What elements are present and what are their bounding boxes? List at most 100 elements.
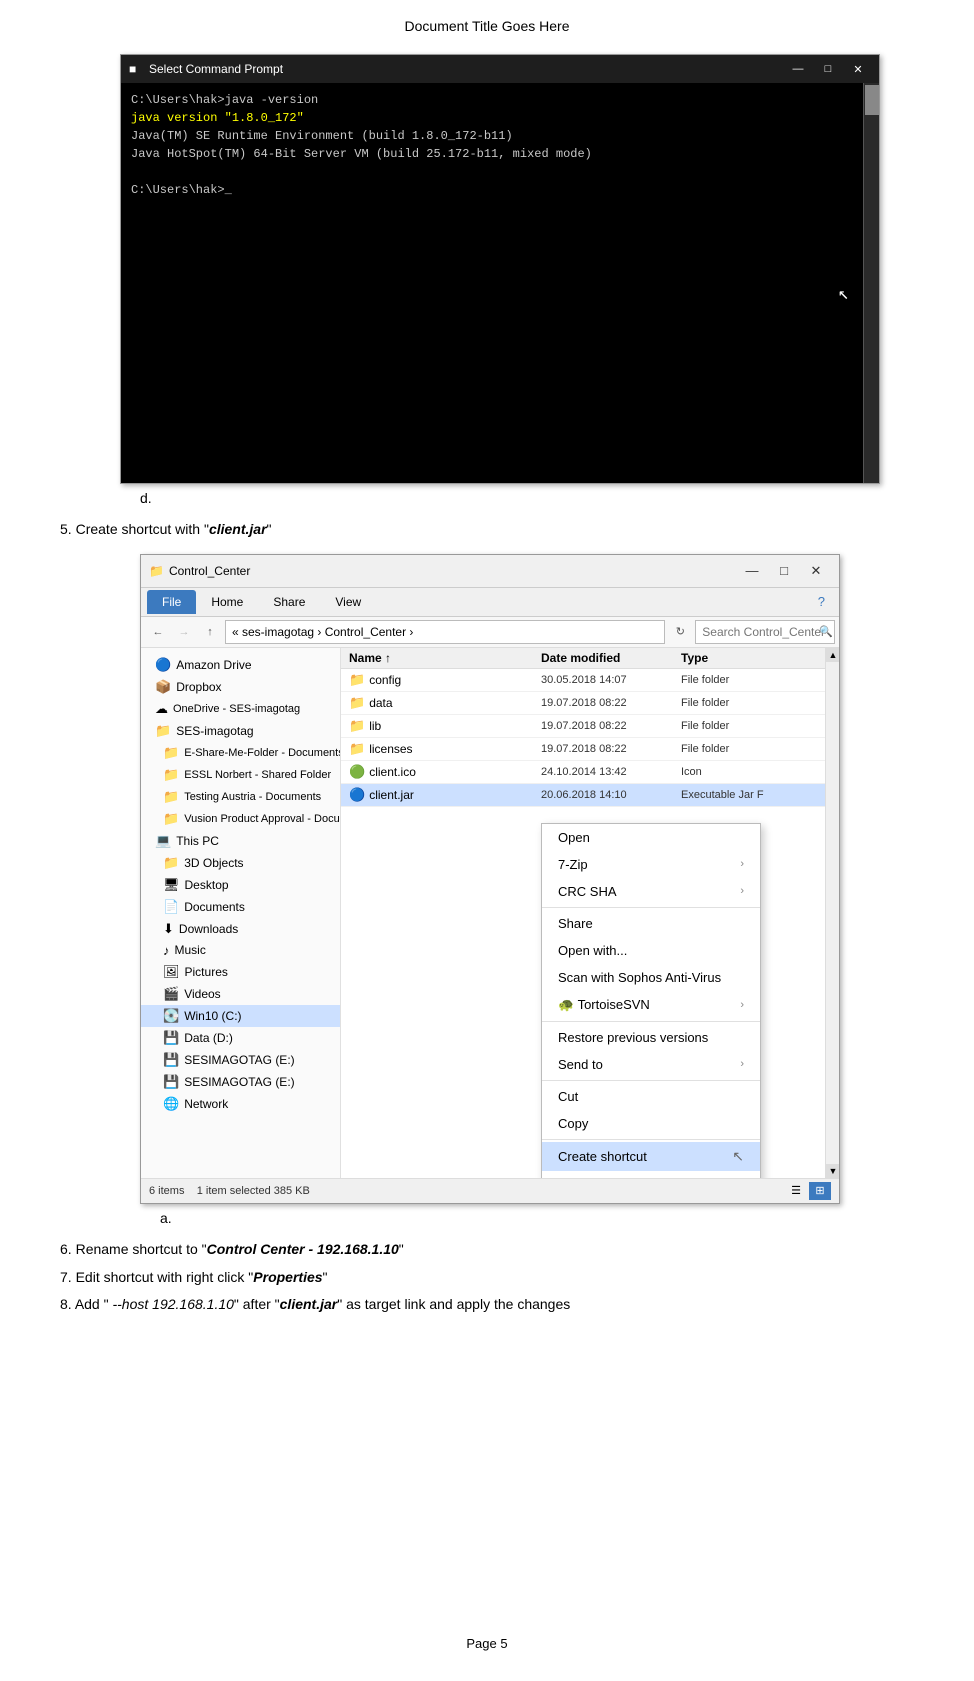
- address-bar-input[interactable]: [225, 620, 665, 644]
- view-grid-button[interactable]: ⊞: [809, 1182, 831, 1200]
- tab-share[interactable]: Share: [258, 590, 320, 614]
- ctx-7zip[interactable]: 7-Zip ›: [542, 851, 760, 878]
- sidebar-item-vusion[interactable]: 📁 Vusion Product Approval - Documents: [141, 808, 340, 830]
- file-name-lib: 📁 lib: [341, 718, 541, 734]
- cmd-scrollbar[interactable]: [863, 83, 879, 483]
- file-list-header: Name ↑ Date modified Type: [341, 648, 839, 669]
- nav-back-button[interactable]: ←: [147, 621, 169, 643]
- ctx-sep-3: [542, 1080, 760, 1081]
- eshare-icon: 📁: [163, 745, 179, 761]
- ctx-delete[interactable]: Delete: [542, 1171, 760, 1178]
- file-row-client-jar[interactable]: 🔵 client.jar 20.06.2018 14:10 Executable…: [341, 784, 839, 807]
- explorer-sidebar: 🔵 Amazon Drive 📦 Dropbox ☁ OneDrive - SE…: [141, 648, 341, 1178]
- ctx-7zip-arrow: ›: [740, 858, 744, 870]
- step-5: 5. Create shortcut with "client.jar": [60, 518, 914, 542]
- search-input[interactable]: [695, 620, 835, 644]
- ctx-open-with[interactable]: Open with...: [542, 937, 760, 964]
- sidebar-item-downloads[interactable]: ⬇ Downloads: [141, 918, 340, 940]
- cmd-minimize-button[interactable]: —: [785, 59, 811, 79]
- sidebar-item-ses[interactable]: 📁 SES-imagotag: [141, 720, 340, 742]
- cmd-close-button[interactable]: ✕: [845, 59, 871, 79]
- sidebar-item-downloads-label: Downloads: [179, 922, 238, 936]
- file-type-config: File folder: [681, 674, 801, 686]
- file-row-licenses[interactable]: 📁 licenses 19.07.2018 08:22 File folder: [341, 738, 839, 761]
- sidebar-item-testing-austria[interactable]: 📁 Testing Austria - Documents: [141, 786, 340, 808]
- sidebar-item-documents[interactable]: 📄 Documents: [141, 896, 340, 918]
- tab-file[interactable]: File: [147, 590, 196, 614]
- videos-icon: 🎬: [163, 986, 179, 1002]
- tab-view[interactable]: View: [320, 590, 376, 614]
- col-header-type[interactable]: Type: [681, 651, 801, 665]
- sidebar-item-music[interactable]: ♪ Music: [141, 940, 340, 961]
- nav-up-button[interactable]: ↑: [199, 621, 221, 643]
- sidebar-item-amazon-drive-label: Amazon Drive: [176, 658, 251, 672]
- ctx-scan[interactable]: Scan with Sophos Anti-Virus: [542, 964, 760, 991]
- explorer-minimize-button[interactable]: —: [737, 560, 767, 582]
- sidebar-item-win10[interactable]: 💽 Win10 (C:): [141, 1005, 340, 1027]
- file-date-client-jar: 20.06.2018 14:10: [541, 789, 681, 801]
- file-date-licenses: 19.07.2018 08:22: [541, 743, 681, 755]
- sidebar-item-win10-label: Win10 (C:): [184, 1009, 241, 1023]
- sidebar-item-amazon-drive[interactable]: 🔵 Amazon Drive: [141, 654, 340, 676]
- sidebar-item-pictures[interactable]: 🖼 Pictures: [141, 961, 340, 983]
- col-header-date[interactable]: Date modified: [541, 651, 681, 665]
- sidebar-item-eshare[interactable]: 📁 E-Share-Me-Folder - Documents: [141, 742, 340, 764]
- ctx-open[interactable]: Open: [542, 824, 760, 851]
- sidebar-item-sesi-e2[interactable]: 💾 SESIMAGOTAG (E:): [141, 1071, 340, 1093]
- explorer-maximize-button[interactable]: □: [769, 560, 799, 582]
- explorer-main-scrollbar[interactable]: ▲ ▼: [825, 648, 839, 1178]
- sidebar-item-3d[interactable]: 📁 3D Objects: [141, 852, 340, 874]
- file-name-client-ico: 🟢 client.ico: [341, 764, 541, 780]
- sidebar-item-network[interactable]: 🌐 Network: [141, 1093, 340, 1115]
- scroll-down-button[interactable]: ▼: [826, 1164, 839, 1178]
- refresh-button[interactable]: ↻: [669, 621, 691, 643]
- sidebar-item-onedrive-label: OneDrive - SES-imagotag: [173, 703, 300, 715]
- file-row-config[interactable]: 📁 config 30.05.2018 14:07 File folder: [341, 669, 839, 692]
- view-details-button[interactable]: ☰: [785, 1182, 807, 1200]
- sidebar-item-desktop[interactable]: 🖥 Desktop: [141, 874, 340, 896]
- file-date-client-ico: 24.10.2014 13:42: [541, 766, 681, 778]
- sidebar-item-sesi-e1-label: SESIMAGOTAG (E:): [184, 1053, 294, 1067]
- sidebar-item-sesi-e1[interactable]: 💾 SESIMAGOTAG (E:): [141, 1049, 340, 1071]
- ctx-crc[interactable]: CRC SHA ›: [542, 878, 760, 905]
- ctx-tortoise-arrow: ›: [740, 999, 744, 1011]
- ctx-crc-arrow: ›: [740, 885, 744, 897]
- sidebar-item-desktop-label: Desktop: [185, 878, 229, 892]
- cmd-maximize-button[interactable]: □: [815, 59, 841, 79]
- cmd-window: ■ Select Command Prompt — □ ✕ C:\Users\h…: [120, 54, 880, 484]
- cmd-titlebar: ■ Select Command Prompt — □ ✕: [121, 55, 879, 83]
- sidebar-item-sesi-e2-label: SESIMAGOTAG (E:): [184, 1075, 294, 1089]
- cmd-line-4: Java HotSpot(TM) 64-Bit Server VM (build…: [131, 145, 869, 163]
- this-pc-icon: 💻: [155, 833, 171, 849]
- file-row-client-ico[interactable]: 🟢 client.ico 24.10.2014 13:42 Icon: [341, 761, 839, 784]
- cmd-scrollbar-thumb[interactable]: [865, 85, 879, 115]
- sidebar-item-dropbox[interactable]: 📦 Dropbox: [141, 676, 340, 698]
- sidebar-item-documents-label: Documents: [184, 900, 245, 914]
- col-header-name[interactable]: Name ↑: [341, 651, 541, 665]
- sidebar-item-data-d-label: Data (D:): [184, 1031, 233, 1045]
- folder-icon-config: 📁: [349, 672, 365, 688]
- ctx-copy[interactable]: Copy: [542, 1110, 760, 1137]
- nav-forward-button[interactable]: →: [173, 621, 195, 643]
- explorer-help-button[interactable]: ?: [810, 590, 833, 614]
- ctx-send-to[interactable]: Send to ›: [542, 1051, 760, 1078]
- ctx-create-shortcut[interactable]: Create shortcut ↖: [542, 1142, 760, 1171]
- sidebar-item-essl[interactable]: 📁 ESSL Norbert - Shared Folder: [141, 764, 340, 786]
- tab-home[interactable]: Home: [196, 590, 258, 614]
- ctx-share[interactable]: Share: [542, 910, 760, 937]
- explorer-close-button[interactable]: ✕: [801, 560, 831, 582]
- ctx-cut[interactable]: Cut: [542, 1083, 760, 1110]
- file-row-lib[interactable]: 📁 lib 19.07.2018 08:22 File folder: [341, 715, 839, 738]
- ctx-restore[interactable]: Restore previous versions: [542, 1024, 760, 1051]
- ctx-tortoise[interactable]: 🐢 TortoiseSVN ›: [542, 991, 760, 1019]
- sidebar-item-this-pc[interactable]: 💻 This PC: [141, 830, 340, 852]
- folder-icon-licenses: 📁: [349, 741, 365, 757]
- file-row-data[interactable]: 📁 data 19.07.2018 08:22 File folder: [341, 692, 839, 715]
- sidebar-item-videos[interactable]: 🎬 Videos: [141, 983, 340, 1005]
- sidebar-item-data-d[interactable]: 💾 Data (D:): [141, 1027, 340, 1049]
- sidebar-item-onedrive[interactable]: ☁ OneDrive - SES-imagotag: [141, 698, 340, 720]
- sidebar-item-3d-label: 3D Objects: [184, 856, 243, 870]
- network-icon: 🌐: [163, 1096, 179, 1112]
- file-icon-client-jar: 🔵: [349, 787, 365, 803]
- scroll-up-button[interactable]: ▲: [826, 648, 839, 662]
